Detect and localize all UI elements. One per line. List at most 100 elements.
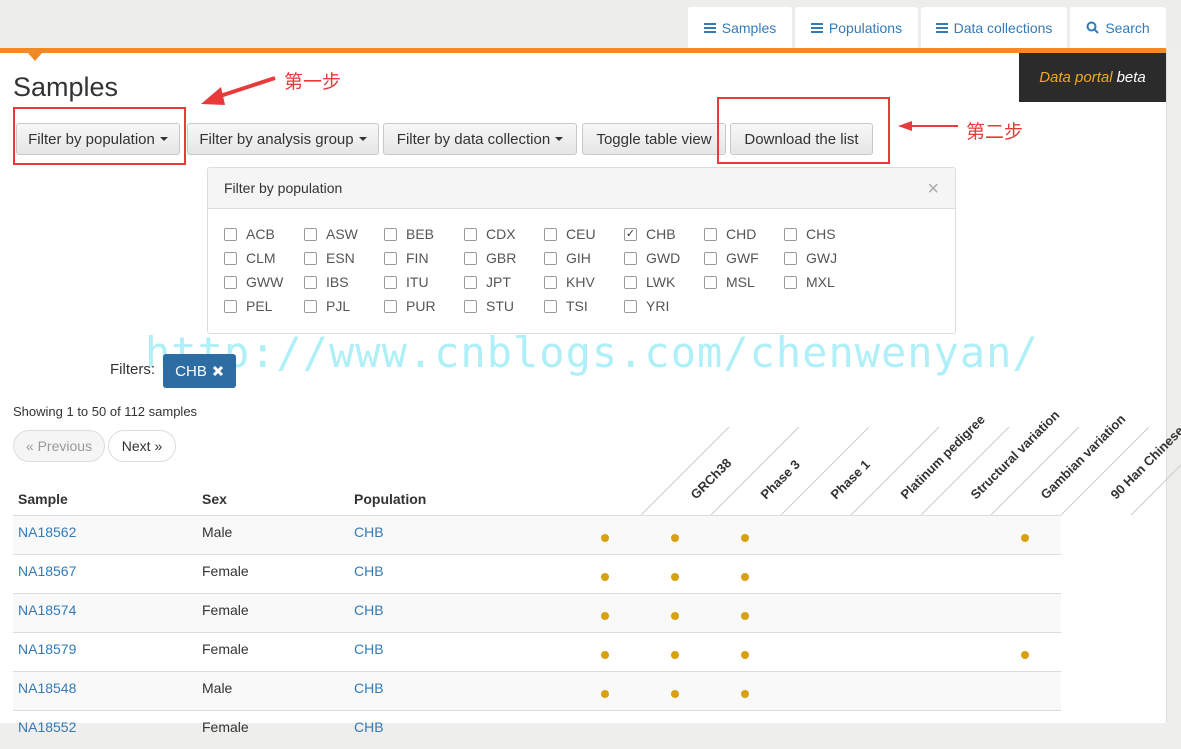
population-option-beb[interactable]: BEB	[384, 226, 464, 242]
population-option-itu[interactable]: ITU	[384, 274, 464, 290]
population-option-jpt[interactable]: JPT	[464, 274, 544, 290]
checkbox[interactable]	[224, 251, 237, 265]
column-header-data-collection[interactable]: 90 Han Chinese	[1108, 423, 1181, 502]
table-row: NA18574 Female CHB	[13, 593, 1061, 632]
sample-link[interactable]: NA18548	[18, 680, 76, 696]
population-option-mxl[interactable]: MXL	[784, 274, 864, 290]
population-link[interactable]: CHB	[354, 563, 384, 579]
population-option-esn[interactable]: ESN	[304, 250, 384, 266]
checkbox[interactable]	[624, 299, 637, 313]
nav-tab-data-collections[interactable]: Data collections	[921, 7, 1067, 48]
population-link[interactable]: CHB	[354, 641, 384, 657]
population-option-gww[interactable]: GWW	[224, 274, 304, 290]
sample-link[interactable]: NA18552	[18, 719, 76, 735]
population-option-pjl[interactable]: PJL	[304, 298, 384, 314]
population-link[interactable]: CHB	[354, 602, 384, 618]
population-option-cdx[interactable]: CDX	[464, 226, 544, 242]
close-icon[interactable]: ×	[927, 178, 939, 201]
population-option-tsi[interactable]: TSI	[544, 298, 624, 314]
checkbox[interactable]	[544, 227, 557, 241]
checkbox[interactable]	[624, 251, 637, 265]
checkbox[interactable]	[304, 227, 317, 241]
population-option-gih[interactable]: GIH	[544, 250, 624, 266]
checkbox[interactable]	[464, 251, 477, 265]
population-option-gwj[interactable]: GWJ	[784, 250, 864, 266]
search-icon	[1086, 21, 1100, 34]
population-option-lwk[interactable]: LWK	[624, 274, 704, 290]
filter-by-data-collection-button[interactable]: Filter by data collection	[383, 123, 577, 155]
checkbox[interactable]	[384, 299, 397, 313]
population-option-acb[interactable]: ACB	[224, 226, 304, 242]
population-link[interactable]: CHB	[354, 680, 384, 696]
nav-tab-populations[interactable]: Populations	[795, 7, 918, 48]
population-label: MSL	[726, 274, 755, 290]
population-option-gbr[interactable]: GBR	[464, 250, 544, 266]
column-header-data-collection[interactable]: GRCh38	[688, 455, 735, 502]
checkbox[interactable]	[784, 251, 797, 265]
population-option-pel[interactable]: PEL	[224, 298, 304, 314]
population-label: ASW	[326, 226, 358, 242]
checkbox-checked[interactable]: ✓	[624, 227, 637, 241]
data-portal-badge[interactable]: Data portal beta	[1019, 53, 1166, 102]
checkbox[interactable]	[784, 275, 797, 289]
population-option-ibs[interactable]: IBS	[304, 274, 384, 290]
population-option-chs[interactable]: CHS	[784, 226, 864, 242]
results-count: Showing 1 to 50 of 112 samples	[13, 404, 198, 419]
checkbox[interactable]	[544, 299, 557, 313]
next-page-button[interactable]: Next »	[108, 430, 176, 462]
close-icon[interactable]	[212, 365, 224, 377]
population-option-stu[interactable]: STU	[464, 298, 544, 314]
checkbox[interactable]	[224, 227, 237, 241]
filter-by-analysis-group-button[interactable]: Filter by analysis group	[187, 123, 379, 155]
checkbox[interactable]	[704, 251, 717, 265]
population-option-fin[interactable]: FIN	[384, 250, 464, 266]
checkbox[interactable]	[464, 275, 477, 289]
checkbox[interactable]	[224, 299, 237, 313]
population-link[interactable]: CHB	[354, 719, 384, 735]
column-header-data-collection[interactable]: Phase 3	[758, 457, 803, 502]
checkbox[interactable]	[304, 299, 317, 313]
population-link[interactable]: CHB	[354, 524, 384, 540]
population-option-gwf[interactable]: GWF	[704, 250, 784, 266]
checkbox[interactable]	[544, 275, 557, 289]
population-option-ceu[interactable]: CEU	[544, 226, 624, 242]
population-option-clm[interactable]: CLM	[224, 250, 304, 266]
population-option-msl[interactable]: MSL	[704, 274, 784, 290]
population-label: CLM	[246, 250, 276, 266]
population-option-khv[interactable]: KHV	[544, 274, 624, 290]
data-available-dot	[741, 612, 749, 620]
checkbox[interactable]	[544, 251, 557, 265]
sample-link[interactable]: NA18562	[18, 524, 76, 540]
checkbox[interactable]	[304, 251, 317, 265]
column-header-sex[interactable]: Sex	[202, 491, 227, 507]
population-option-chb[interactable]: ✓ CHB	[624, 226, 704, 242]
checkbox[interactable]	[464, 227, 477, 241]
sample-link[interactable]: NA18574	[18, 602, 76, 618]
previous-page-button[interactable]: « Previous	[13, 430, 105, 462]
toggle-table-view-button[interactable]: Toggle table view	[582, 123, 726, 155]
nav-tab-search[interactable]: Search	[1070, 7, 1166, 48]
population-option-asw[interactable]: ASW	[304, 226, 384, 242]
population-option-pur[interactable]: PUR	[384, 298, 464, 314]
checkbox[interactable]	[704, 227, 717, 241]
caret-down-icon	[358, 137, 367, 141]
checkbox[interactable]	[384, 275, 397, 289]
column-header-population[interactable]: Population	[354, 491, 426, 507]
column-header-data-collection[interactable]: Phase 1	[828, 457, 873, 502]
checkbox[interactable]	[464, 299, 477, 313]
checkbox[interactable]	[624, 275, 637, 289]
checkbox[interactable]	[704, 275, 717, 289]
checkbox[interactable]	[384, 227, 397, 241]
checkbox[interactable]	[224, 275, 237, 289]
column-header-sample[interactable]: Sample	[18, 491, 68, 507]
checkbox[interactable]	[304, 275, 317, 289]
checkbox[interactable]	[384, 251, 397, 265]
population-option-gwd[interactable]: GWD	[624, 250, 704, 266]
nav-tab-samples[interactable]: Samples	[688, 7, 792, 48]
sample-link[interactable]: NA18567	[18, 563, 76, 579]
population-option-yri[interactable]: YRI	[624, 298, 704, 314]
checkbox[interactable]	[784, 227, 797, 241]
sample-link[interactable]: NA18579	[18, 641, 76, 657]
population-option-chd[interactable]: CHD	[704, 226, 784, 242]
active-filter-chip[interactable]: CHB	[163, 354, 236, 388]
